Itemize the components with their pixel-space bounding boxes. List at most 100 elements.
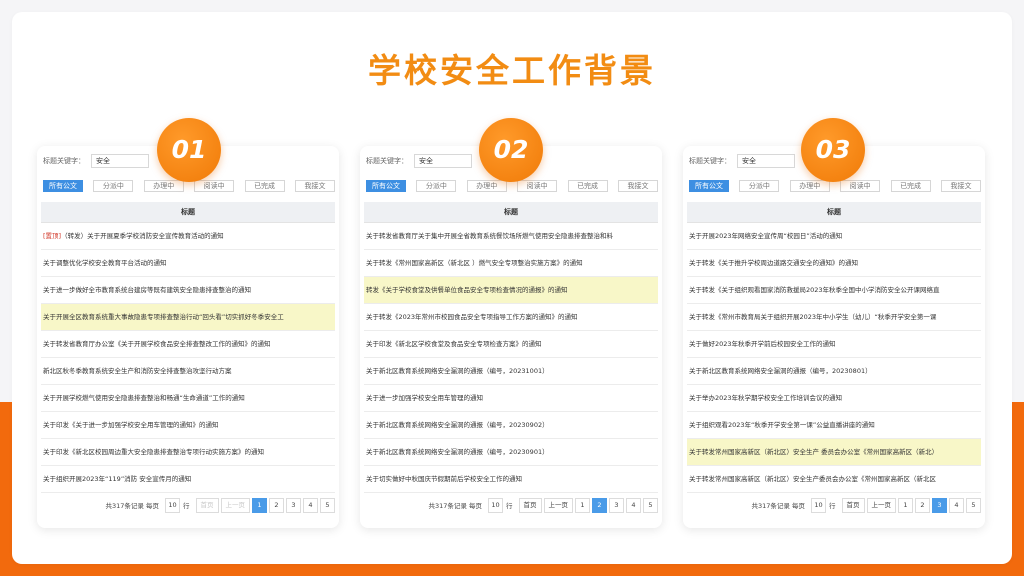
document-list: 关于开展2023年网络安全宣传周“校园日”活动的通知 关于转发《关于推升学校周边… (687, 223, 981, 493)
page-button[interactable]: 1 (252, 497, 267, 513)
page-button[interactable]: 3 (932, 497, 947, 513)
table-row[interactable]: 关于新北区教育系统网络安全漏洞的通报（编号，20231001） (364, 358, 658, 385)
badge-01: 01 (157, 118, 221, 182)
table-row[interactable]: 关于组织开展2023年“119”消防 安全宣传月的通知 (41, 466, 335, 493)
table-row[interactable]: 关于调整优化学校安全教育平台活动的通知 (41, 250, 335, 277)
prev-page-button[interactable]: 上一页 (220, 497, 250, 513)
table-header-title: 标题 (41, 202, 335, 223)
page-button[interactable]: 4 (303, 497, 318, 513)
tab-completed[interactable]: 已完成 (567, 180, 608, 192)
tab-reading[interactable]: 阅读中 (517, 180, 558, 192)
tab-processing[interactable]: 办理中 (789, 180, 830, 192)
document-list-panel-1: 标题关键字： 安全 所有公文 分派中 办理中 阅读中 已完成 我接文 标题 [置… (37, 146, 339, 528)
table-row[interactable]: [置顶]（转发）关于开展夏季学校消防安全宣传教育活动的通知 (41, 223, 335, 250)
tab-my-received[interactable]: 我接文 (294, 180, 335, 192)
table-row[interactable]: 关于进一步加强学校安全用车管理的通知 (364, 385, 658, 412)
tab-processing[interactable]: 办理中 (143, 180, 184, 192)
page-button[interactable]: 5 (320, 497, 335, 513)
tab-dispatching[interactable]: 分派中 (93, 180, 134, 192)
table-row[interactable]: 关于开展2023年网络安全宣传周“校园日”活动的通知 (687, 223, 981, 250)
first-page-button[interactable]: 首页 (195, 497, 219, 513)
tab-all-documents[interactable]: 所有公文 (43, 180, 83, 192)
table-row[interactable]: 关于开展全区教育系统重大事故隐患专项排查整治行动“回头看”切实抓好冬季安全工 (41, 304, 335, 331)
row-title: 关于进一步做好全市教育系统台建房等既有建筑安全隐患排查整治的通知 (43, 286, 251, 294)
tab-reading[interactable]: 阅读中 (194, 180, 235, 192)
table-row[interactable]: 关于新北区教育系统网络安全漏洞的通报（编号，20230901） (364, 439, 658, 466)
page-button[interactable]: 4 (949, 497, 964, 513)
prev-page-button[interactable]: 上一页 (866, 497, 896, 513)
row-title: 关于新北区教育系统网络安全漏洞的通报（编号，20231001） (366, 367, 549, 375)
table-row[interactable]: 关于新北区教育系统网络安全漏洞的通报（编号，20230801） (687, 358, 981, 385)
page-title: 学校安全工作背景 (368, 51, 656, 90)
table-row[interactable]: 关于转发《2023年常州市校园食品安全专项指导工作方案的通知》的通知 (364, 304, 658, 331)
tab-all-documents[interactable]: 所有公文 (366, 180, 406, 192)
tab-my-received[interactable]: 我接文 (940, 180, 981, 192)
tab-my-received[interactable]: 我接文 (617, 180, 658, 192)
row-title: 关于调整优化学校安全教育平台活动的通知 (43, 259, 167, 267)
tab-all-documents[interactable]: 所有公文 (689, 180, 729, 192)
table-row[interactable]: 关于转发常州国家高新区（新北区）安全生产委员会办公室《常州国家高新区（新北区 (687, 466, 981, 493)
tab-completed[interactable]: 已完成 (244, 180, 285, 192)
table-row[interactable]: 关于开展学校燃气使用安全隐患排查整治和畅通“生命通道”工作的通知 (41, 385, 335, 412)
table-row[interactable]: 关于举办2023年秋学期学校安全工作培训会议的通知 (687, 385, 981, 412)
table-row[interactable]: 关于切实做好中秋国庆节假期前后学校安全工作的通知 (364, 466, 658, 493)
tab-processing[interactable]: 办理中 (466, 180, 507, 192)
row-title: 关于举办2023年秋学期学校安全工作培训会议的通知 (689, 394, 843, 402)
table-row[interactable]: 关于转发省教育厅办公室《关于开展学校食品安全排查整改工作的通知》的通知 (41, 331, 335, 358)
pagination: 共317条记录 每页 10 行 首页 上一页 1 2 3 4 5 (683, 495, 985, 515)
page-button[interactable]: 5 (643, 497, 658, 513)
table-row[interactable]: 关于进一步做好全市教育系统台建房等既有建筑安全隐患排查整治的通知 (41, 277, 335, 304)
page-button[interactable]: 2 (592, 497, 607, 513)
table-row[interactable]: 关于印发《新北区校园周边重大安全隐患排查整治专项行动实施方案》的通知 (41, 439, 335, 466)
table-row[interactable]: 关于转发省教育厅关于集中开展全省教育系统餐饮场所燃气使用安全隐患排查整治和料 (364, 223, 658, 250)
page-button[interactable]: 1 (575, 497, 590, 513)
badge-02: 02 (479, 118, 543, 182)
page-button[interactable]: 4 (626, 497, 641, 513)
table-row[interactable]: 关于组织观看2023年“秋季开学安全第一课”公益直播讲座的通知 (687, 412, 981, 439)
page-size-input[interactable]: 10 (165, 497, 180, 513)
page-button[interactable]: 2 (269, 497, 284, 513)
table-row[interactable]: 关于做好2023年秋季开学前后校园安全工作的通知 (687, 331, 981, 358)
row-title: 关于开展全区教育系统重大事故隐患专项排查整治行动“回头看”切实抓好冬季安全工 (43, 313, 284, 321)
search-label: 标题关键字： (43, 157, 85, 165)
prev-page-button[interactable]: 上一页 (543, 497, 573, 513)
row-title: （转发）关于开展夏季学校消防安全宣传教育活动的通知 (61, 232, 224, 240)
row-title: 关于转发《关于组织观看国家消防救援局2023年秋季全国中小学消防安全公开课网络直 (689, 286, 940, 294)
row-title: 新北区秋冬季教育系统安全生产和消防安全排查整治攻坚行动方案 (43, 367, 232, 375)
first-page-button[interactable]: 首页 (841, 497, 865, 513)
page-button[interactable]: 3 (609, 497, 624, 513)
search-bar: 标题关键字： 安全 (689, 154, 795, 168)
row-title: 关于进一步加强学校安全用车管理的通知 (366, 394, 483, 402)
search-bar: 标题关键字： 安全 (43, 154, 149, 168)
page-button[interactable]: 1 (898, 497, 913, 513)
table-row[interactable]: 关于转发常州国家高新区（新北区）安全生产 委员会办公室《常州国家高新区（新北） (687, 439, 981, 466)
tab-dispatching[interactable]: 分派中 (739, 180, 780, 192)
table-header-title: 标题 (687, 202, 981, 223)
row-title: 关于转发省教育厅办公室《关于开展学校食品安全排查整改工作的通知》的通知 (43, 340, 271, 348)
tab-dispatching[interactable]: 分派中 (416, 180, 457, 192)
page-button[interactable]: 3 (286, 497, 301, 513)
page-size-input[interactable]: 10 (811, 497, 826, 513)
search-input[interactable]: 安全 (91, 154, 149, 168)
page-size-input[interactable]: 10 (488, 497, 503, 513)
table-row[interactable]: 转发《关于学校食堂及供餐单位食品安全专项检查情况的通报》的通知 (364, 277, 658, 304)
table-row[interactable]: 关于转发《常州国家高新区（新北区 ）燃气安全专项整治实施方案》的通知 (364, 250, 658, 277)
search-input[interactable]: 安全 (737, 154, 795, 168)
row-title: 关于做好2023年秋季开学前后校园安全工作的通知 (689, 340, 836, 348)
table-row[interactable]: 新北区秋冬季教育系统安全生产和消防安全排查整治攻坚行动方案 (41, 358, 335, 385)
document-list-panel-3: 标题关键字： 安全 所有公文 分派中 办理中 阅读中 已完成 我接文 标题 关于… (683, 146, 985, 528)
page-size-unit: 行 (183, 502, 190, 510)
table-row[interactable]: 关于转发《常州市教育局关于组织开展2023年中小学生（幼儿）“秋季开学安全第一课 (687, 304, 981, 331)
page-button[interactable]: 5 (966, 497, 981, 513)
first-page-button[interactable]: 首页 (518, 497, 542, 513)
tab-reading[interactable]: 阅读中 (840, 180, 881, 192)
search-input[interactable]: 安全 (414, 154, 472, 168)
table-row[interactable]: 关于印发《关于进一步加强学校安全用车管理的通知》的通知 (41, 412, 335, 439)
tab-completed[interactable]: 已完成 (890, 180, 931, 192)
page-button[interactable]: 2 (915, 497, 930, 513)
table-row[interactable]: 关于印发《新北区学校食堂及食品安全专项检查方案》的通知 (364, 331, 658, 358)
table-row[interactable]: 关于新北区教育系统网络安全漏洞的通报（编号，20230902） (364, 412, 658, 439)
table-row[interactable]: 关于转发《关于组织观看国家消防救援局2023年秋季全国中小学消防安全公开课网络直 (687, 277, 981, 304)
table-row[interactable]: 关于转发《关于推升学校周边道路交通安全的通知》的通知 (687, 250, 981, 277)
search-label: 标题关键字： (366, 157, 408, 165)
